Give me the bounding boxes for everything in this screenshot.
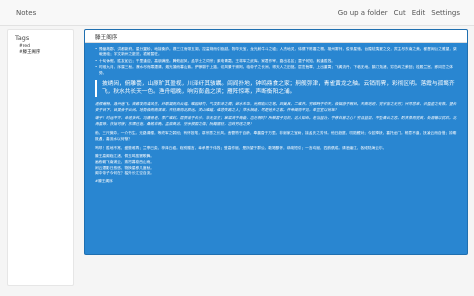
- top-nav: Go up a folder Cut Edit Settings: [338, 9, 460, 17]
- note-body: 豫章故郡，洪都新府。星分翼轸，地接衡庐。襟三江而带五湖，控蛮荆而引瓯越。物华天宝…: [85, 43, 467, 184]
- list-item: 十旬休假，胜友如云；千里逢迎，高朋满座。腾蛟起凤，孟学士之词宗；紫电青霜，王将军…: [95, 59, 459, 65]
- paragraph: 勃，三尺微命，一介书生。无路请缨，等终军之弱冠；有怀投笔，慕宗悫之长风。舍簪笏于…: [95, 131, 457, 141]
- blockquote: 披绣闼，俯雕甍，山原旷其盈视，川泽纡其骇瞩。闾阎扑地，钟鸣鼎食之家；舸舰弥津，青…: [95, 80, 459, 97]
- tags-sidebar: Tags #red #滕王阁序: [7, 29, 74, 286]
- tags-heading: Tags: [15, 34, 30, 42]
- list-item: 时维九月，序属三秋。潦水尽而寒潭清，烟光凝而暮山紫。俨骖騑于上路，访风景于崇阿。…: [95, 65, 459, 76]
- poem-line: 阁中帝子今何在？槛外长江空自流。: [95, 171, 154, 176]
- tag-item-tengwangge[interactable]: #滕王阁序: [19, 50, 40, 56]
- note-bullet-list: 豫章故郡，洪都新府。星分翼轸，地接衡庐。襟三江而带五湖，控蛮荆而引瓯越。物华天宝…: [95, 47, 459, 76]
- app-title[interactable]: Notes: [16, 9, 36, 17]
- top-bar: Notes Go up a folder Cut Edit Settings: [0, 0, 474, 26]
- go-up-folder-link[interactable]: Go up a folder: [338, 9, 388, 17]
- tag-list: #red #滕王阁序: [19, 44, 40, 56]
- paragraph: 呜呼！胜地不常，盛筵难再；兰亭已矣，梓泽丘墟。临别赠言，幸承恩于伟饯；登高作赋，…: [95, 145, 387, 150]
- cut-link[interactable]: Cut: [394, 9, 406, 17]
- note-panel: 滕王阁序 豫章故郡，洪都新府。星分翼轸，地接衡庐。襟三江而带五湖，控蛮荆而引瓯越…: [84, 29, 468, 255]
- paragraph: 遥襟甫畅，逸兴遄飞。爽籁发而清风生，纤歌凝而白云遏。睢园绿竹，气凌彭泽之樽；邺水…: [95, 101, 457, 112]
- poem: 滕王高阁临江渚，佩玉鸣鸾罢歌舞。 画栋朝飞南浦云，珠帘暮卷西山雨。 闲云潭影日悠…: [95, 154, 459, 176]
- edit-link[interactable]: Edit: [412, 9, 426, 17]
- note-title: 滕王阁序: [85, 30, 467, 43]
- note-tag[interactable]: #滕王阁序: [95, 179, 459, 184]
- paragraph: 嗟乎！时运不齐，命途多舛。冯唐易老，李广难封。屈贾谊于长沙，非无圣主；窜梁鸿于海…: [95, 116, 457, 127]
- settings-link[interactable]: Settings: [431, 9, 460, 17]
- list-item: 豫章故郡，洪都新府。星分翼轸，地接衡庐。襟三江而带五湖，控蛮荆而引瓯越。物华天宝…: [95, 47, 459, 58]
